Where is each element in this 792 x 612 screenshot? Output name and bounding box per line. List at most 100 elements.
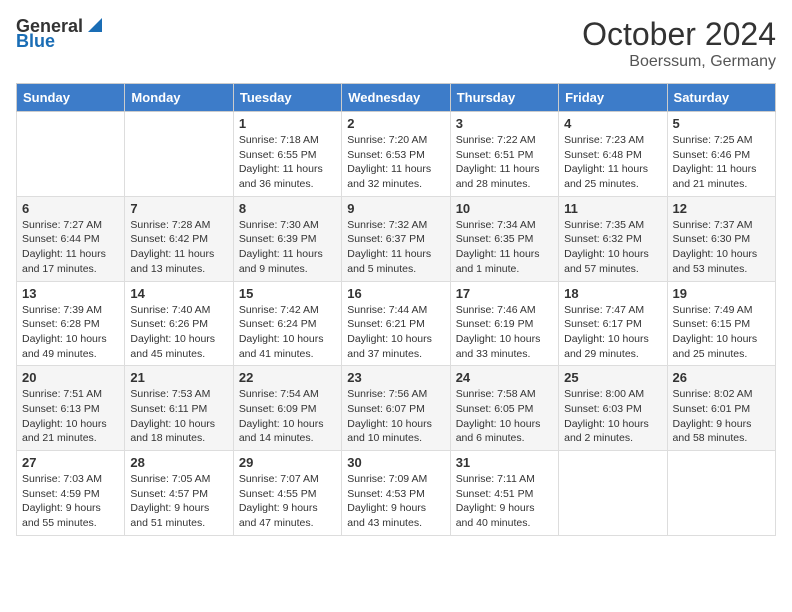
calendar-cell bbox=[125, 112, 233, 197]
calendar-header-friday: Friday bbox=[559, 84, 667, 112]
calendar-week-row: 1Sunrise: 7:18 AM Sunset: 6:55 PM Daylig… bbox=[17, 112, 776, 197]
day-number: 28 bbox=[130, 455, 227, 470]
month-title: October 2024 bbox=[582, 16, 776, 53]
day-detail: Sunrise: 7:34 AM Sunset: 6:35 PM Dayligh… bbox=[456, 218, 553, 277]
day-number: 23 bbox=[347, 370, 444, 385]
day-number: 14 bbox=[130, 286, 227, 301]
day-detail: Sunrise: 7:22 AM Sunset: 6:51 PM Dayligh… bbox=[456, 133, 553, 192]
title-section: October 2024 Boerssum, Germany bbox=[582, 16, 776, 71]
calendar-week-row: 13Sunrise: 7:39 AM Sunset: 6:28 PM Dayli… bbox=[17, 281, 776, 366]
day-detail: Sunrise: 7:39 AM Sunset: 6:28 PM Dayligh… bbox=[22, 303, 119, 362]
day-detail: Sunrise: 7:37 AM Sunset: 6:30 PM Dayligh… bbox=[673, 218, 770, 277]
day-number: 29 bbox=[239, 455, 336, 470]
day-number: 16 bbox=[347, 286, 444, 301]
day-number: 21 bbox=[130, 370, 227, 385]
calendar-cell: 11Sunrise: 7:35 AM Sunset: 6:32 PM Dayli… bbox=[559, 196, 667, 281]
day-number: 20 bbox=[22, 370, 119, 385]
calendar-cell: 15 Sunrise: 7:42 AM Sunset: 6:24 PM Dayli… bbox=[233, 281, 341, 366]
calendar-cell: 24Sunrise: 7:58 AM Sunset: 6:05 PM Dayli… bbox=[450, 366, 558, 451]
day-detail: Sunrise: 7:44 AM Sunset: 6:21 PM Dayligh… bbox=[347, 303, 444, 362]
day-number: 5 bbox=[673, 116, 770, 131]
calendar-cell: 25 Sunrise: 8:00 AM Sunset: 6:03 PM Dayli… bbox=[559, 366, 667, 451]
calendar-header-sunday: Sunday bbox=[17, 84, 125, 112]
day-detail: Sunrise: 7:30 AM Sunset: 6:39 PM Dayligh… bbox=[239, 218, 336, 277]
calendar-header-thursday: Thursday bbox=[450, 84, 558, 112]
logo-icon bbox=[84, 16, 102, 34]
calendar-cell: 30 Sunrise: 7:09 AM Sunset: 4:53 PM Dayli… bbox=[342, 451, 450, 536]
calendar-cell: 6 Sunrise: 7:27 AM Sunset: 6:44 PM Daylig… bbox=[17, 196, 125, 281]
calendar-cell bbox=[667, 451, 775, 536]
calendar-cell: 23 Sunrise: 7:56 AM Sunset: 6:07 PM Dayli… bbox=[342, 366, 450, 451]
calendar-cell: 26 Sunrise: 8:02 AM Sunset: 6:01 PM Dayli… bbox=[667, 366, 775, 451]
day-number: 6 bbox=[22, 201, 119, 216]
calendar-cell: 20 Sunrise: 7:51 AM Sunset: 6:13 PM Dayli… bbox=[17, 366, 125, 451]
day-number: 12 bbox=[673, 201, 770, 216]
logo-blue-text: Blue bbox=[16, 31, 55, 52]
calendar-header-wednesday: Wednesday bbox=[342, 84, 450, 112]
calendar-week-row: 27 Sunrise: 7:03 AM Sunset: 4:59 PM Dayli… bbox=[17, 451, 776, 536]
calendar-cell: 9Sunrise: 7:32 AM Sunset: 6:37 PM Daylig… bbox=[342, 196, 450, 281]
calendar-cell: 10 Sunrise: 7:34 AM Sunset: 6:35 PM Dayli… bbox=[450, 196, 558, 281]
day-detail: Sunrise: 7:27 AM Sunset: 6:44 PM Dayligh… bbox=[22, 218, 119, 277]
day-detail: Sunrise: 7:11 AM Sunset: 4:51 PM Dayligh… bbox=[456, 472, 553, 531]
day-number: 4 bbox=[564, 116, 661, 131]
calendar-cell: 8Sunrise: 7:30 AM Sunset: 6:39 PM Daylig… bbox=[233, 196, 341, 281]
calendar-cell: 2 Sunrise: 7:20 AM Sunset: 6:53 PM Daylig… bbox=[342, 112, 450, 197]
calendar-cell: 5Sunrise: 7:25 AM Sunset: 6:46 PM Daylig… bbox=[667, 112, 775, 197]
day-number: 15 bbox=[239, 286, 336, 301]
day-detail: Sunrise: 7:09 AM Sunset: 4:53 PM Dayligh… bbox=[347, 472, 444, 531]
calendar-cell bbox=[17, 112, 125, 197]
day-detail: Sunrise: 7:20 AM Sunset: 6:53 PM Dayligh… bbox=[347, 133, 444, 192]
calendar-cell: 3Sunrise: 7:22 AM Sunset: 6:51 PM Daylig… bbox=[450, 112, 558, 197]
day-number: 18 bbox=[564, 286, 661, 301]
day-number: 17 bbox=[456, 286, 553, 301]
calendar-week-row: 20 Sunrise: 7:51 AM Sunset: 6:13 PM Dayli… bbox=[17, 366, 776, 451]
calendar-cell: 21 Sunrise: 7:53 AM Sunset: 6:11 PM Dayli… bbox=[125, 366, 233, 451]
page-header: General Blue October 2024 Boerssum, Germ… bbox=[16, 16, 776, 71]
calendar-table: SundayMondayTuesdayWednesdayThursdayFrid… bbox=[16, 83, 776, 536]
calendar-cell: 18 Sunrise: 7:47 AM Sunset: 6:17 PM Dayli… bbox=[559, 281, 667, 366]
day-number: 19 bbox=[673, 286, 770, 301]
day-number: 30 bbox=[347, 455, 444, 470]
day-detail: Sunrise: 7:49 AM Sunset: 6:15 PM Dayligh… bbox=[673, 303, 770, 362]
calendar-header-tuesday: Tuesday bbox=[233, 84, 341, 112]
day-detail: Sunrise: 8:02 AM Sunset: 6:01 PM Dayligh… bbox=[673, 387, 770, 446]
day-number: 22 bbox=[239, 370, 336, 385]
calendar-header-row: SundayMondayTuesdayWednesdayThursdayFrid… bbox=[17, 84, 776, 112]
day-number: 27 bbox=[22, 455, 119, 470]
day-detail: Sunrise: 7:23 AM Sunset: 6:48 PM Dayligh… bbox=[564, 133, 661, 192]
day-number: 7 bbox=[130, 201, 227, 216]
day-number: 10 bbox=[456, 201, 553, 216]
day-detail: Sunrise: 7:42 AM Sunset: 6:24 PM Dayligh… bbox=[239, 303, 336, 362]
calendar-header-saturday: Saturday bbox=[667, 84, 775, 112]
day-number: 24 bbox=[456, 370, 553, 385]
calendar-cell: 28Sunrise: 7:05 AM Sunset: 4:57 PM Dayli… bbox=[125, 451, 233, 536]
day-detail: Sunrise: 7:32 AM Sunset: 6:37 PM Dayligh… bbox=[347, 218, 444, 277]
calendar-cell: 4 Sunrise: 7:23 AM Sunset: 6:48 PM Daylig… bbox=[559, 112, 667, 197]
day-detail: Sunrise: 7:56 AM Sunset: 6:07 PM Dayligh… bbox=[347, 387, 444, 446]
calendar-cell: 17Sunrise: 7:46 AM Sunset: 6:19 PM Dayli… bbox=[450, 281, 558, 366]
calendar-cell: 13Sunrise: 7:39 AM Sunset: 6:28 PM Dayli… bbox=[17, 281, 125, 366]
day-number: 25 bbox=[564, 370, 661, 385]
calendar-cell: 19 Sunrise: 7:49 AM Sunset: 6:15 PM Dayli… bbox=[667, 281, 775, 366]
day-detail: Sunrise: 7:53 AM Sunset: 6:11 PM Dayligh… bbox=[130, 387, 227, 446]
day-detail: Sunrise: 7:47 AM Sunset: 6:17 PM Dayligh… bbox=[564, 303, 661, 362]
day-number: 1 bbox=[239, 116, 336, 131]
day-detail: Sunrise: 7:03 AM Sunset: 4:59 PM Dayligh… bbox=[22, 472, 119, 531]
calendar-cell: 7Sunrise: 7:28 AM Sunset: 6:42 PM Daylig… bbox=[125, 196, 233, 281]
day-detail: Sunrise: 7:35 AM Sunset: 6:32 PM Dayligh… bbox=[564, 218, 661, 277]
day-detail: Sunrise: 8:00 AM Sunset: 6:03 PM Dayligh… bbox=[564, 387, 661, 446]
calendar-cell: 31Sunrise: 7:11 AM Sunset: 4:51 PM Dayli… bbox=[450, 451, 558, 536]
calendar-cell: 29Sunrise: 7:07 AM Sunset: 4:55 PM Dayli… bbox=[233, 451, 341, 536]
calendar-header-monday: Monday bbox=[125, 84, 233, 112]
calendar-cell: 16 Sunrise: 7:44 AM Sunset: 6:21 PM Dayli… bbox=[342, 281, 450, 366]
calendar-week-row: 6 Sunrise: 7:27 AM Sunset: 6:44 PM Daylig… bbox=[17, 196, 776, 281]
calendar-cell: 27 Sunrise: 7:03 AM Sunset: 4:59 PM Dayli… bbox=[17, 451, 125, 536]
day-number: 26 bbox=[673, 370, 770, 385]
day-detail: Sunrise: 7:40 AM Sunset: 6:26 PM Dayligh… bbox=[130, 303, 227, 362]
location-title: Boerssum, Germany bbox=[582, 53, 776, 71]
day-number: 2 bbox=[347, 116, 444, 131]
logo: General Blue bbox=[16, 16, 102, 52]
day-detail: Sunrise: 7:51 AM Sunset: 6:13 PM Dayligh… bbox=[22, 387, 119, 446]
calendar-cell: 14 Sunrise: 7:40 AM Sunset: 6:26 PM Dayli… bbox=[125, 281, 233, 366]
